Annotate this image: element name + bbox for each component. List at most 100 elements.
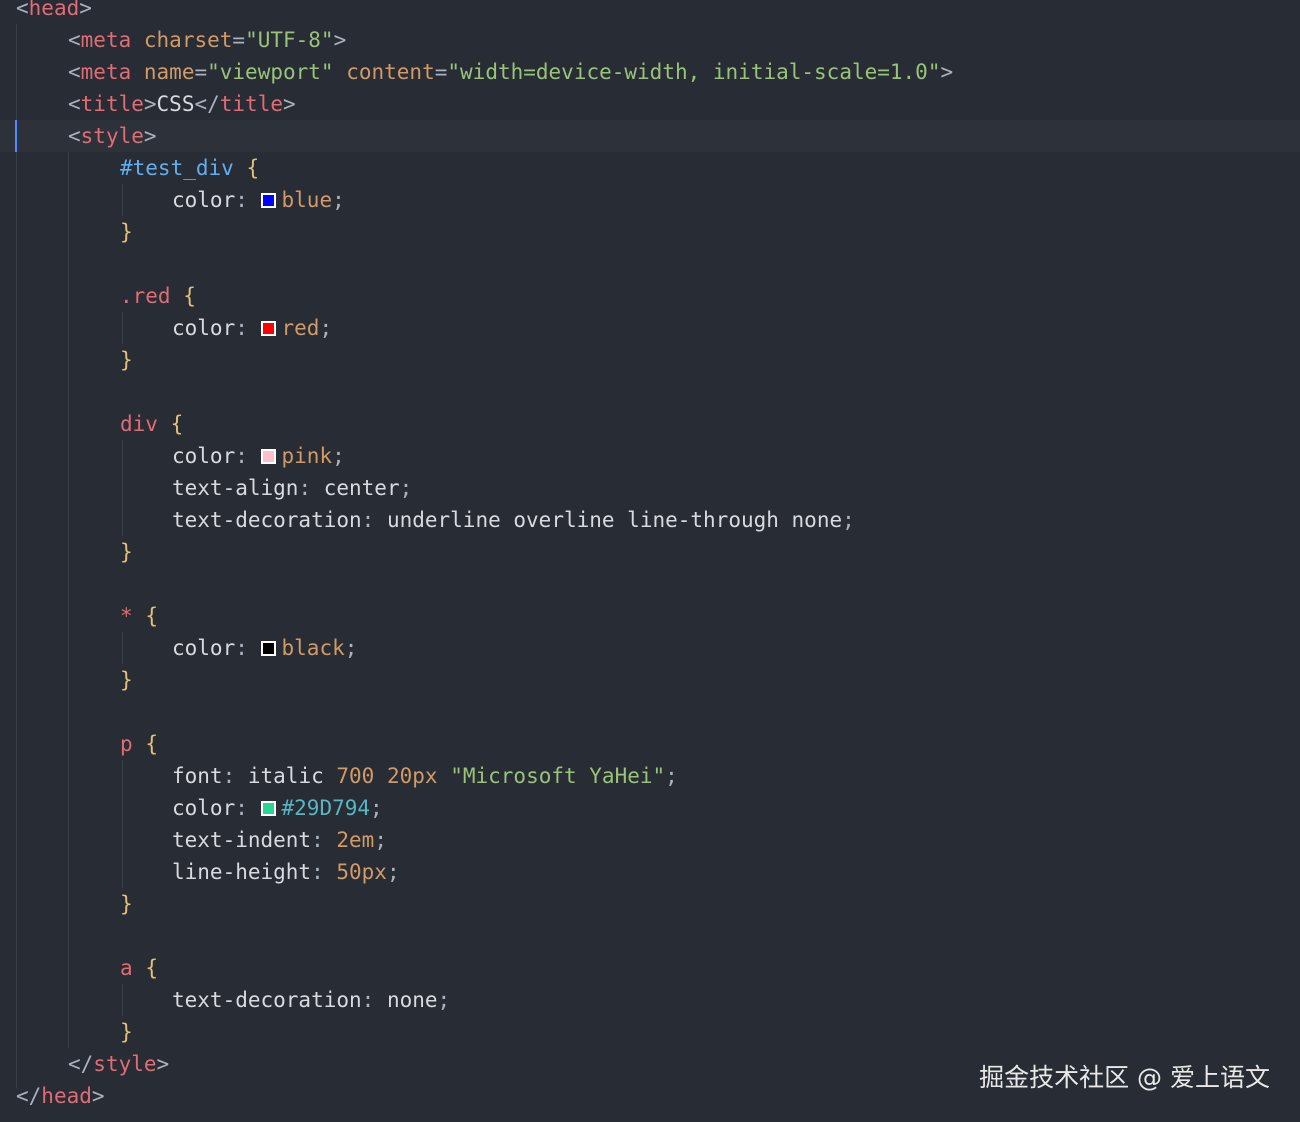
css-value: black	[281, 636, 345, 660]
code-line[interactable]: .red {	[0, 280, 1300, 312]
brace: {	[145, 604, 158, 628]
tag-bracket: >	[282, 92, 296, 116]
brace: {	[145, 732, 158, 756]
code-line[interactable]: <meta charset="UTF-8">	[0, 24, 1300, 56]
tag-bracket: >	[940, 60, 954, 84]
colon: :	[235, 444, 261, 468]
css-number: 50px	[336, 860, 387, 884]
code-line[interactable]: color: pink;	[0, 440, 1300, 472]
css-selector: p	[120, 732, 133, 756]
code-line[interactable]: }	[0, 536, 1300, 568]
css-property: color	[172, 636, 236, 660]
semicolon: ;	[374, 828, 387, 852]
color-swatch-icon[interactable]	[260, 801, 276, 816]
colon: :	[361, 508, 387, 532]
tag-bracket: >	[143, 124, 157, 148]
css-value: #29D794	[281, 796, 371, 820]
code-line[interactable]: }	[0, 1016, 1300, 1048]
code-line[interactable]: color: blue;	[0, 184, 1300, 216]
css-selector: a	[120, 956, 133, 980]
code-line[interactable]: line-height: 50px;	[0, 856, 1300, 888]
text-content: CSS	[156, 92, 195, 116]
code-line[interactable]: color: black;	[0, 632, 1300, 664]
css-property: text-decoration	[172, 988, 362, 1012]
code-line-current[interactable]: <style>	[0, 120, 1300, 152]
colon: :	[311, 828, 337, 852]
colon: :	[235, 796, 261, 820]
code-line[interactable]: font: italic 700 20px "Microsoft YaHei";	[0, 760, 1300, 792]
semicolon: ;	[332, 188, 345, 212]
code-line[interactable]: }	[0, 664, 1300, 696]
code-line[interactable]: color: #29D794;	[0, 792, 1300, 824]
colon: :	[298, 476, 324, 500]
css-selector: #test_div	[120, 156, 234, 180]
tag-bracket: >	[156, 1052, 170, 1076]
color-swatch-icon[interactable]	[260, 449, 276, 464]
tag-bracket: <	[68, 28, 81, 52]
code-line[interactable]: <title>CSS</title>	[0, 88, 1300, 120]
css-number: 20px	[386, 764, 438, 788]
semicolon: ;	[319, 316, 333, 340]
code-line[interactable]: color: red;	[0, 312, 1300, 344]
css-property: color	[172, 796, 236, 820]
css-value: italic	[247, 764, 337, 788]
code-line[interactable]: text-decoration: none;	[0, 984, 1300, 1016]
css-selector: .red	[120, 284, 171, 308]
code-line[interactable]: * {	[0, 600, 1300, 632]
colon: :	[311, 860, 337, 884]
code-line[interactable]: text-align: center;	[0, 472, 1300, 504]
code-line[interactable]: div {	[0, 408, 1300, 440]
code-line[interactable]: }	[0, 216, 1300, 248]
tag-name: head	[41, 1084, 92, 1108]
attribute-name: charset	[143, 28, 233, 52]
css-property: text-align	[172, 476, 299, 500]
code-line[interactable]: text-indent: 2em;	[0, 824, 1300, 856]
equals-sign: =	[232, 28, 246, 52]
code-line[interactable]: <head>	[0, 0, 1300, 24]
color-swatch-icon[interactable]	[260, 193, 276, 208]
semicolon: ;	[332, 444, 345, 468]
code-editor[interactable]: <head> <meta charset="UTF-8"> <meta name…	[0, 0, 1300, 1122]
colon: :	[361, 988, 387, 1012]
tag-bracket: >	[91, 1084, 105, 1108]
brace: {	[246, 156, 260, 180]
equals-sign: =	[194, 60, 208, 84]
code-line[interactable]: }	[0, 888, 1300, 920]
tag-name: style	[80, 124, 144, 148]
css-property: text-indent	[172, 828, 312, 852]
colon: :	[235, 188, 261, 212]
css-value: pink	[281, 444, 333, 468]
brace: }	[120, 668, 133, 692]
code-line[interactable]: #test_div {	[0, 152, 1300, 184]
brace: }	[120, 1020, 133, 1044]
semicolon: ;	[842, 508, 855, 532]
brace: }	[120, 892, 133, 916]
tag-bracket: >	[79, 0, 92, 20]
code-line[interactable]: text-decoration: underline overline line…	[0, 504, 1300, 536]
code-line[interactable]: p {	[0, 728, 1300, 760]
code-line[interactable]: a {	[0, 952, 1300, 984]
css-selector: div	[120, 412, 158, 436]
tag-name: style	[93, 1052, 157, 1076]
color-swatch-icon[interactable]	[260, 641, 276, 656]
equals-sign: =	[434, 60, 448, 84]
tag-name: title	[80, 92, 144, 116]
code-line[interactable]: }	[0, 344, 1300, 376]
semicolon: ;	[399, 476, 413, 500]
brace: }	[120, 348, 133, 372]
css-value: none	[386, 988, 438, 1012]
color-swatch-icon[interactable]	[260, 321, 276, 336]
tag-name: meta	[80, 28, 132, 52]
tag-name: title	[219, 92, 283, 116]
semicolon: ;	[437, 988, 451, 1012]
tag-bracket: <	[68, 92, 81, 116]
code-line[interactable]: <meta name="viewport" content="width=dev…	[0, 56, 1300, 88]
